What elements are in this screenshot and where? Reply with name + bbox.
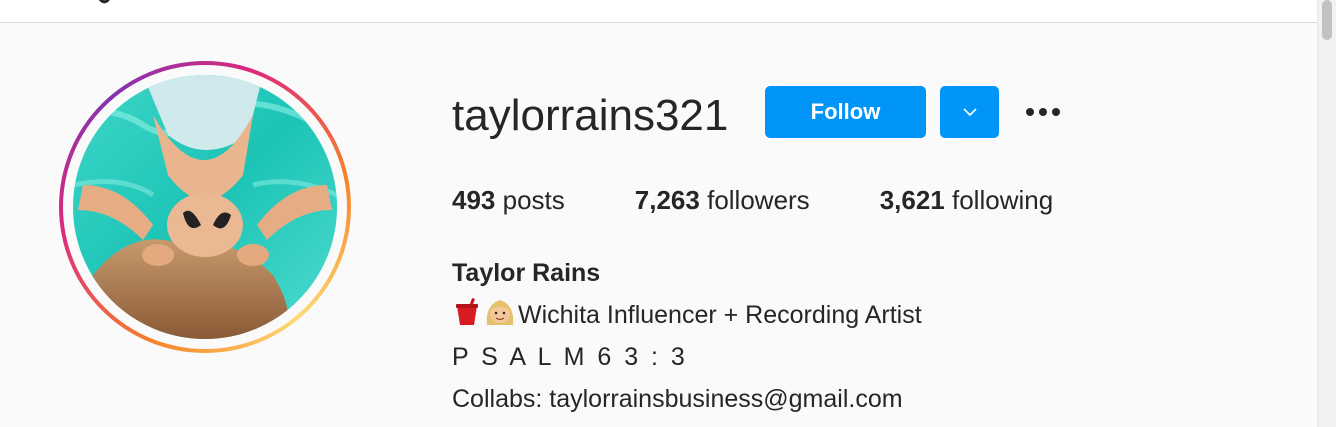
followers-stat[interactable]: 7,263 followers <box>635 182 810 218</box>
posts-label: posts <box>502 185 565 215</box>
scrollbar-thumb[interactable] <box>1322 0 1332 40</box>
suggested-accounts-dropdown-button[interactable] <box>940 86 999 138</box>
following-label: following <box>952 185 1054 215</box>
following-stat[interactable]: 3,621 following <box>880 182 1053 218</box>
followers-label: followers <box>707 185 810 215</box>
bio-line-1: Wichita Influencer + Recording Artist <box>452 294 922 336</box>
page-scrollbar[interactable] <box>1317 0 1336 427</box>
profile-username: taylorrains321 <box>452 91 729 140</box>
bio-line-3: Collabs: taylorrainsbusiness@gmail.com <box>452 385 903 413</box>
chevron-down-icon <box>962 108 977 117</box>
bio-line-2: P S A L M 6 3 : 3 <box>452 343 688 371</box>
instagram-logo[interactable] <box>92 0 122 10</box>
profile-photo-icon <box>73 75 337 339</box>
story-ring[interactable] <box>59 61 351 353</box>
avatar[interactable] <box>73 75 337 339</box>
cup-with-straw-emoji <box>456 298 478 325</box>
bio-line-1-text: Wichita Influencer + Recording Artist <box>518 301 922 329</box>
ellipsis-icon <box>1026 108 1060 116</box>
top-navigation-bar <box>0 0 1318 23</box>
profile-stats: 493 posts 7,263 followers 3,621 followin… <box>452 182 1123 218</box>
posts-count: 493 <box>452 185 496 215</box>
followers-count: 7,263 <box>634 185 700 215</box>
more-options-button[interactable] <box>1020 96 1066 128</box>
bio-full-name: Taylor Rains <box>452 259 601 287</box>
follow-button[interactable]: Follow <box>765 86 926 138</box>
blonde-woman-emoji <box>486 300 514 325</box>
profile-bio: Taylor Rains Wichita Influencer + Record… <box>452 252 922 420</box>
posts-stat: 493 posts <box>452 182 565 218</box>
following-count: 3,621 <box>879 185 945 215</box>
